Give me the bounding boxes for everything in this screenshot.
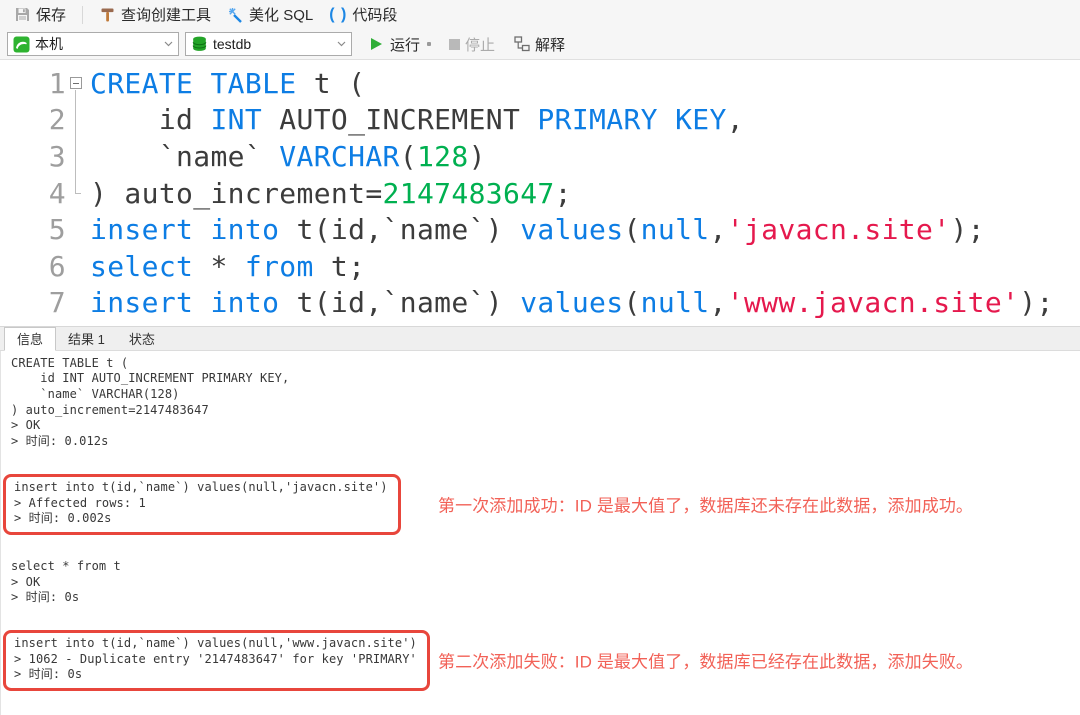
code-text: ) auto_increment=2147483647;: [90, 176, 572, 210]
beautify-sql-label: 美化 SQL: [249, 7, 314, 24]
fold-gutter: [66, 174, 90, 212]
chevron-down-icon: [164, 41, 173, 47]
output-line: > OK: [11, 418, 41, 433]
output-row: select * from t > OK > 时间: 0s: [11, 559, 1080, 606]
explain-diagram-icon: [513, 36, 530, 53]
database-select[interactable]: testdb: [185, 32, 352, 56]
output-line: `name` VARCHAR(128): [11, 387, 180, 402]
line-number: 3: [48, 139, 66, 173]
toolbar-separator: [82, 5, 84, 24]
code-snippet-label: 代码段: [352, 7, 398, 24]
query-builder-label: 查询创建工具: [121, 7, 212, 24]
output-line: select * from t: [11, 558, 121, 573]
stop-icon: [449, 38, 461, 50]
fold-gutter: [66, 211, 90, 248]
message-output[interactable]: CREATE TABLE t ( id INT AUTO_INCREMENT P…: [0, 350, 1080, 715]
connection-select[interactable]: 本机: [7, 32, 179, 56]
code-line[interactable]: 7 insert into t(id,`name`) values(null,'w…: [0, 285, 1080, 322]
explain-label: 解释: [535, 36, 566, 54]
output-row: insert into t(id,`name`) values(null,'ja…: [3, 473, 1080, 535]
query-builder-button[interactable]: 查询创建工具: [93, 2, 217, 27]
code-line[interactable]: 6 select * from t;: [0, 248, 1080, 285]
query-tool-window: 保存 查询创建工具 美化 SQL ( ) 代码段 本机 testdb 运行 停止…: [0, 0, 1080, 715]
run-play-icon: [368, 36, 385, 53]
annotation-text: 第二次添加失败：ID 是最大值了，数据库已经存在此数据，添加失败。: [438, 652, 974, 672]
chevron-down-icon: [337, 41, 346, 47]
line-number: 7: [48, 286, 66, 320]
fold-gutter: [66, 248, 90, 285]
tab-result-1[interactable]: 结果 1: [56, 327, 117, 350]
code-line[interactable]: 2 id INT AUTO_INCREMENT PRIMARY KEY,: [0, 101, 1080, 139]
fold-gutter: [66, 285, 90, 322]
explain-button[interactable]: 解释: [507, 32, 571, 57]
line-number: 5: [48, 213, 66, 247]
stop-label: 停止: [465, 36, 496, 54]
connection-name: 本机: [35, 36, 63, 52]
result-block: select * from t > OK > 时间: 0s: [11, 559, 1080, 606]
run-label: 运行: [390, 36, 421, 54]
hammer-icon: [99, 6, 116, 23]
output-line: > Affected rows: 1: [14, 495, 146, 510]
highlighted-result-block: insert into t(id,`name`) values(null,'ja…: [3, 473, 401, 535]
mysql-connection-icon: [13, 36, 30, 53]
code-text: `name` VARCHAR(128): [90, 139, 486, 173]
output-line: > 时间: 0s: [14, 667, 83, 682]
code-text: id INT AUTO_INCREMENT PRIMARY KEY,: [90, 103, 744, 137]
line-number: 6: [48, 249, 66, 283]
highlighted-result-block: insert into t(id,`name`) values(null,'ww…: [3, 629, 430, 691]
output-line: id INT AUTO_INCREMENT PRIMARY KEY,: [11, 371, 290, 386]
code-snippet-button[interactable]: ( ) 代码段: [323, 2, 403, 27]
code-line[interactable]: 5 insert into t(id,`name`) values(null,'j…: [0, 211, 1080, 248]
code-text: CREATE TABLE t (: [90, 66, 366, 100]
output-line: > 时间: 0.002s: [14, 511, 112, 526]
output-line: ) auto_increment=2147483647: [11, 402, 209, 417]
fold-gutter: [66, 138, 90, 175]
parentheses-icon: ( ): [329, 5, 348, 23]
result-tabbar: 信息 结果 1 状态: [0, 326, 1080, 351]
database-name: testdb: [213, 36, 252, 52]
connection-toolbar: 本机 testdb 运行 停止 解释: [0, 29, 1080, 59]
output-line: insert into t(id,`name`) values(null,'ww…: [14, 635, 417, 650]
main-toolbar: 保存 查询创建工具 美化 SQL ( ) 代码段: [0, 0, 1080, 29]
beautify-sql-button[interactable]: 美化 SQL: [221, 2, 319, 27]
code-line[interactable]: 1 CREATE TABLE t (: [0, 65, 1080, 102]
output-line: insert into t(id,`name`) values(null,'ja…: [14, 479, 388, 494]
fold-minus-icon[interactable]: [70, 77, 82, 90]
output-line: > 时间: 0.012s: [11, 434, 109, 449]
output-line: > 时间: 0s: [11, 590, 80, 605]
annotation-text: 第一次添加成功：ID 是最大值了，数据库还未存在此数据，添加成功。: [438, 496, 974, 516]
save-icon: [14, 6, 31, 23]
result-block: CREATE TABLE t ( id INT AUTO_INCREMENT P…: [11, 356, 1080, 450]
output-line: > OK: [11, 574, 41, 589]
line-number: 2: [48, 103, 66, 137]
output-line: CREATE TABLE t (: [11, 355, 129, 370]
line-number: 1: [48, 66, 66, 100]
line-number: 4: [48, 176, 66, 210]
toolbar-area: 保存 查询创建工具 美化 SQL ( ) 代码段 本机 testdb 运行 停止…: [0, 0, 1080, 60]
run-button[interactable]: 运行: [362, 32, 437, 57]
database-icon: [191, 36, 208, 53]
fold-gutter: [66, 101, 90, 139]
run-dropdown-indicator[interactable]: [427, 42, 432, 46]
code-line[interactable]: 3 `name` VARCHAR(128): [0, 138, 1080, 175]
magic-wand-icon: [227, 6, 244, 23]
output-row: insert into t(id,`name`) values(null,'ww…: [3, 629, 1080, 691]
save-label: 保存: [36, 7, 67, 24]
code-line[interactable]: 4 ) auto_increment=2147483647;: [0, 174, 1080, 212]
fold-collapse-marker[interactable]: [66, 65, 90, 102]
output-line: > 1062 - Duplicate entry '2147483647' fo…: [14, 651, 417, 666]
tab-info[interactable]: 信息: [4, 327, 57, 351]
code-text: select * from t;: [90, 249, 366, 283]
output-row: CREATE TABLE t ( id INT AUTO_INCREMENT P…: [11, 356, 1080, 450]
code-text: insert into t(id,`name`) values(null,'ja…: [90, 213, 985, 247]
code-text: insert into t(id,`name`) values(null,'ww…: [90, 286, 1054, 320]
stop-button: 停止: [443, 32, 501, 57]
sql-editor[interactable]: 1 CREATE TABLE t (2 id INT AUTO_INCREMENT…: [0, 60, 1080, 327]
save-button[interactable]: 保存: [8, 2, 72, 27]
tab-status[interactable]: 状态: [117, 327, 167, 350]
